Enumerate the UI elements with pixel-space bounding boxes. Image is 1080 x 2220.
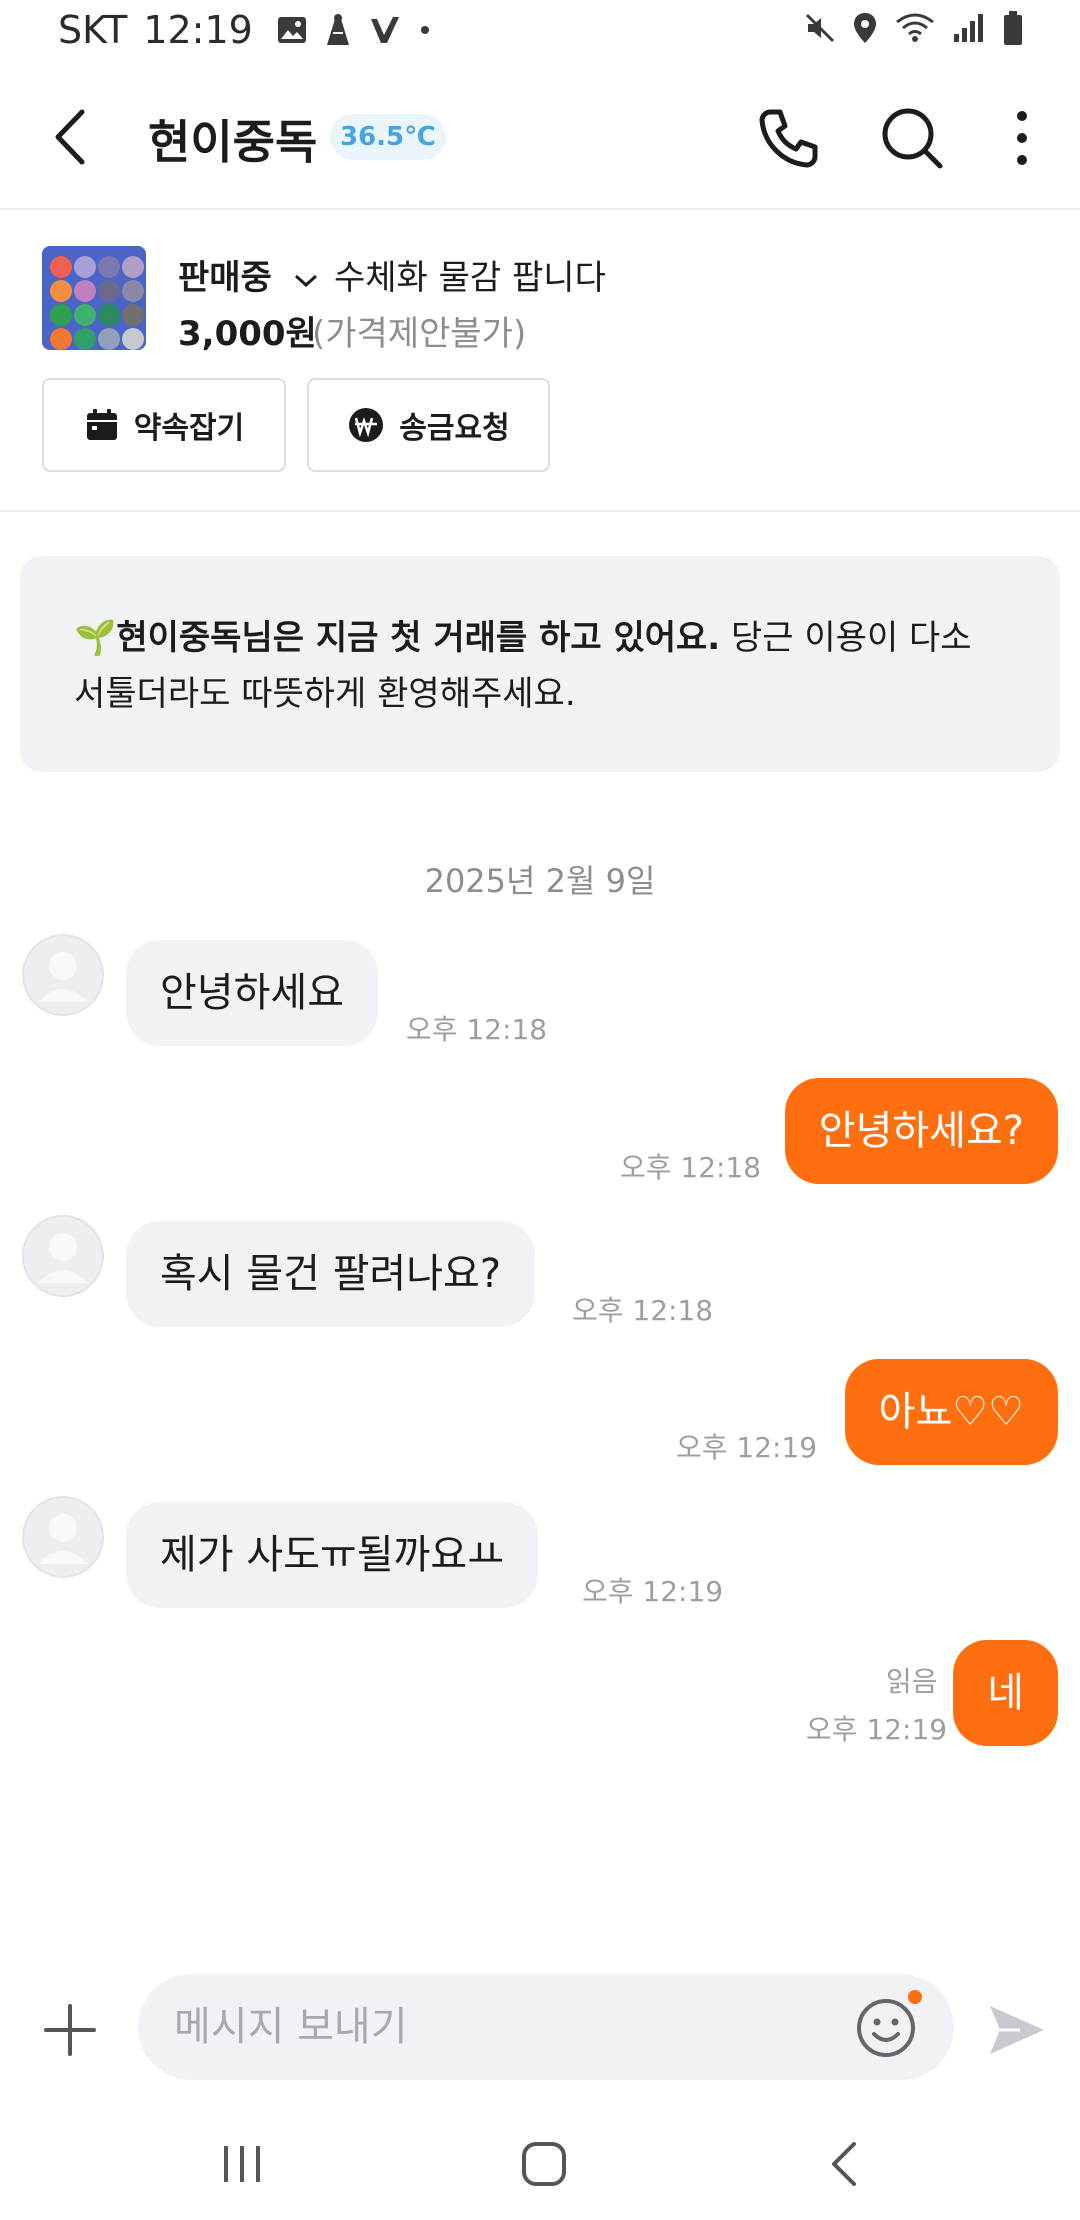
more-notifications-dot-icon — [420, 26, 429, 34]
signal-icon — [954, 14, 983, 42]
read-receipt: 읽음 — [886, 1665, 938, 1698]
default-profile-icon — [38, 952, 88, 1002]
message-composer — [0, 1960, 1080, 2100]
notice-bold-text: 현이중독님은 지금 첫 거래를 하고 있어요. — [116, 618, 721, 658]
emoji-icon[interactable] — [854, 1996, 918, 2060]
message-bubble-outgoing[interactable]: 아뇨♡♡ — [844, 1359, 1058, 1465]
notification-icons — [277, 13, 435, 47]
default-profile-icon — [38, 1514, 88, 1564]
back-nav-icon[interactable] — [816, 2134, 876, 2194]
carrier-label: SKT — [58, 8, 128, 52]
product-title[interactable]: 수체화 물감 팝니다 — [334, 250, 606, 299]
clock: 12:19 — [143, 8, 253, 52]
avatar[interactable] — [22, 1496, 104, 1578]
new-indicator-dot — [908, 1990, 922, 2004]
message-time: 오후 12:19 — [582, 1575, 724, 1608]
gallery-icon — [277, 17, 306, 43]
default-profile-icon — [38, 1233, 88, 1283]
status-bar: SKT 12:19 — [0, 0, 1080, 66]
message-bubble-outgoing[interactable]: 네 — [953, 1640, 1058, 1746]
sale-status-dropdown[interactable]: 판매중 — [178, 250, 320, 299]
status-right — [804, 10, 1024, 46]
product-thumbnail[interactable] — [42, 246, 146, 350]
avatar[interactable] — [22, 934, 104, 1016]
chat-header: 현이중독 36.5℃ — [0, 66, 1080, 210]
system-navigation-bar — [0, 2100, 1080, 2220]
home-icon[interactable] — [514, 2134, 574, 2194]
location-icon — [854, 13, 876, 43]
message-bubble-incoming[interactable]: 혹시 물건 팔려나요? — [126, 1221, 536, 1327]
message-bubble-outgoing[interactable]: 안녕하세요? — [784, 1078, 1058, 1184]
phone-icon[interactable] — [752, 102, 824, 174]
search-icon[interactable] — [876, 102, 948, 174]
message-time: 오후 12:18 — [620, 1151, 762, 1184]
message-input[interactable] — [138, 1974, 954, 2080]
mute-icon — [805, 13, 835, 43]
chat-partner-name[interactable]: 현이중독 — [148, 106, 317, 172]
sale-status-label: 판매중 — [178, 258, 272, 298]
message-time: 오후 12:18 — [406, 1013, 548, 1046]
price-offer-note: (가격제안불가) — [312, 314, 527, 354]
message-bubble-incoming[interactable]: 제가 사도ㅠ될까요ㅛ — [126, 1502, 538, 1608]
battery-icon — [1004, 11, 1022, 45]
remit-request-label: 송금요청 — [399, 411, 510, 446]
message-time: 오후 12:19 — [806, 1713, 948, 1746]
app-notification-icon — [326, 14, 349, 45]
product-summary: 판매중 수체화 물감 팝니다 3,000원 (가격제안불가) 약속잡기 송금요청 — [0, 210, 1080, 512]
recent-apps-icon[interactable] — [212, 2134, 272, 2194]
send-icon[interactable] — [984, 1998, 1048, 2062]
first-trade-notice: 🌱현이중독님은 지금 첫 거래를 하고 있어요. 당근 이용이 다소 서툴더라도… — [20, 556, 1060, 772]
calendar-icon — [86, 409, 117, 440]
status-left: SKT 12:19 — [58, 8, 435, 52]
manner-temperature-badge[interactable]: 36.5℃ — [330, 114, 446, 160]
won-coin-icon — [349, 408, 384, 442]
sprout-icon: 🌱 — [74, 618, 117, 658]
message-bubble-incoming[interactable]: 안녕하세요 — [126, 940, 378, 1046]
avatar[interactable] — [22, 1215, 104, 1297]
date-separator: 2025년 2월 9일 — [424, 862, 656, 900]
v-app-icon — [370, 17, 399, 43]
product-price: 3,000원 — [178, 314, 317, 354]
plus-icon[interactable] — [40, 2000, 100, 2060]
message-time: 오후 12:18 — [572, 1294, 714, 1327]
remit-request-button[interactable]: 송금요청 — [307, 378, 550, 472]
more-options-icon[interactable] — [986, 102, 1058, 174]
chevron-down-icon — [294, 274, 317, 287]
wifi-icon — [896, 13, 934, 42]
appointment-button[interactable]: 약속잡기 — [42, 378, 286, 472]
back-arrow-icon[interactable] — [44, 104, 100, 170]
message-time: 오후 12:19 — [676, 1431, 818, 1464]
appointment-label: 약속잡기 — [133, 411, 245, 446]
